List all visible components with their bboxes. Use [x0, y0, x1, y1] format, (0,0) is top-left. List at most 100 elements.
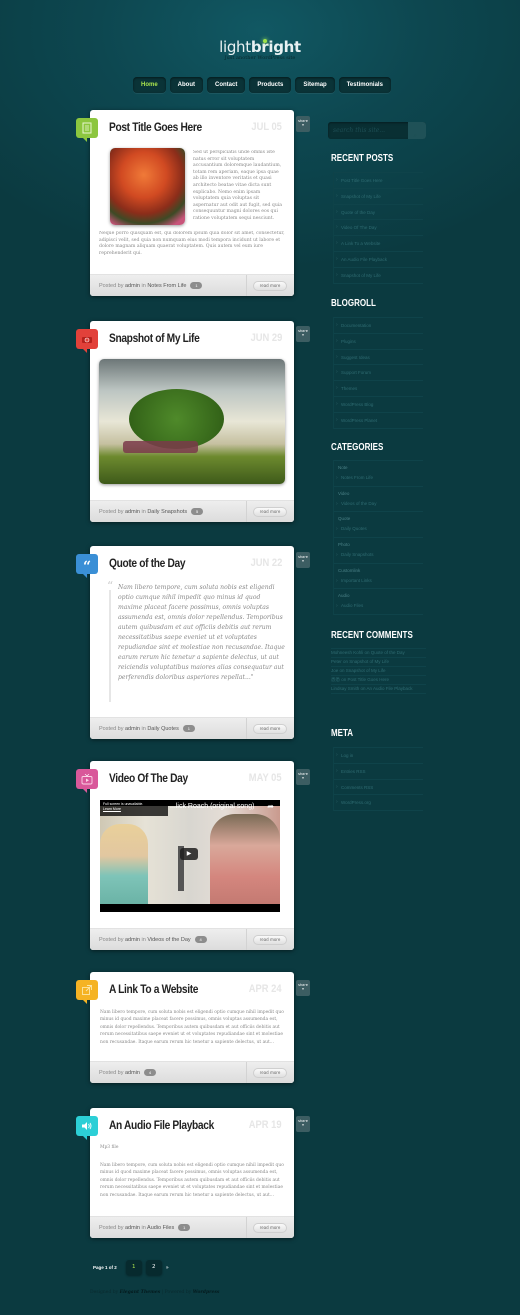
page-count-label: Page 1 of 2: [93, 1265, 117, 1270]
recent-comment-link[interactable]: Peter on Snapshot of My Life: [331, 658, 426, 667]
share-button[interactable]: share ▾: [296, 769, 310, 785]
post-title[interactable]: An Audio File Playback: [109, 1118, 214, 1132]
learn-more-link[interactable]: Learn More: [103, 807, 121, 811]
blogroll-link[interactable]: WordPress Planet: [334, 413, 423, 429]
comment-count-bubble[interactable]: 1: [178, 1224, 191, 1231]
share-button[interactable]: share ▾: [296, 116, 310, 132]
search-button[interactable]: ⌕: [408, 122, 426, 139]
post-audio: An Audio File Playback APR 19 Mp3 file N…: [76, 1108, 294, 1238]
category-link[interactable]: Audio Files: [147, 1225, 174, 1231]
footer-divider: [246, 275, 247, 296]
next-page-link[interactable]: »: [166, 1265, 169, 1271]
author-link[interactable]: admin: [125, 509, 140, 515]
read-more-button[interactable]: read more: [253, 724, 287, 734]
comment-count-bubble[interactable]: 1: [182, 725, 195, 732]
nav-home[interactable]: Home: [133, 77, 166, 93]
share-button[interactable]: share ▾: [296, 552, 310, 568]
post-meta: Posted by admin 4: [99, 1069, 156, 1076]
nav-testimonials[interactable]: Testimonials: [338, 77, 391, 93]
recent-post-link[interactable]: Quote of the Day: [334, 205, 423, 221]
blogroll-link[interactable]: Support Forum: [334, 365, 423, 382]
chevron-down-icon: ▾: [302, 333, 304, 337]
blogroll-link[interactable]: Themes: [334, 381, 423, 397]
recent-post-link[interactable]: A Link To a Website: [334, 236, 423, 252]
video-singer-left: [100, 824, 148, 904]
camera-icon: [76, 329, 98, 353]
category-link[interactable]: Notes From Life: [147, 283, 186, 289]
share-arrow-icon[interactable]: ➦: [267, 802, 274, 811]
category-link[interactable]: Daily Quotes: [147, 726, 179, 732]
author-link[interactable]: admin: [125, 1225, 140, 1231]
meta-link-login[interactable]: Log in: [334, 748, 423, 764]
video-singer-right: [210, 814, 280, 904]
nav-products[interactable]: Products: [249, 77, 292, 93]
blogroll-link[interactable]: Documentation: [334, 318, 423, 334]
meta-link-comments-rss[interactable]: Comments RSS: [334, 780, 423, 796]
category-link[interactable]: Daily Snapshots: [341, 552, 374, 557]
designer-link[interactable]: Elegant Themes: [120, 1290, 161, 1295]
comment-count-bubble[interactable]: 4: [143, 1069, 156, 1076]
recent-comment-link[interactable]: Joe on Snapshot of My Life: [331, 667, 426, 676]
category-link[interactable]: Daily Snapshots: [147, 509, 187, 515]
video-title[interactable]: ...lick Roach (original song): [170, 803, 254, 810]
blogroll-link[interactable]: Plugins: [334, 334, 423, 350]
read-more-button[interactable]: read more: [253, 1068, 287, 1078]
read-more-button[interactable]: read more: [253, 935, 287, 945]
author-link[interactable]: admin: [125, 1070, 140, 1076]
recent-post-link[interactable]: Video Of The Day: [334, 220, 423, 237]
category-group: Customlink Important Links: [334, 564, 423, 590]
comment-count-bubble[interactable]: 5: [191, 508, 204, 515]
comment-count-bubble[interactable]: 1: [190, 282, 203, 289]
recent-post-link[interactable]: Snapshot of My Life: [334, 189, 423, 205]
blogroll-link[interactable]: WordPress Blog: [334, 397, 423, 413]
post-title[interactable]: Snapshot of My Life: [109, 331, 200, 345]
nav-about[interactable]: About: [169, 77, 203, 93]
nav-contact[interactable]: Contact: [207, 77, 246, 93]
category-link[interactable]: Important Links: [341, 578, 372, 583]
author-link[interactable]: admin: [125, 283, 140, 289]
read-more-button[interactable]: read more: [253, 1223, 287, 1233]
comment-count-bubble[interactable]: 4: [194, 936, 207, 943]
recent-post-link[interactable]: Snapshot of My Life: [334, 268, 423, 284]
post-title[interactable]: Video Of The Day: [109, 771, 188, 785]
post-link: A Link To a Website APR 24 Nam libero te…: [76, 972, 294, 1083]
widget-title-categories: CATEGORIES: [331, 442, 384, 453]
search-input[interactable]: search this site... ⌕: [328, 122, 426, 139]
share-button[interactable]: share ▾: [296, 326, 310, 342]
read-more-button[interactable]: read more: [253, 281, 287, 291]
recent-comment-link[interactable]: 悉悉 on Post Title Goes Here: [331, 676, 426, 685]
post-title[interactable]: A Link To a Website: [109, 982, 198, 996]
post-image-tree-photo[interactable]: [99, 359, 285, 484]
category-link[interactable]: Videos of the Day: [341, 501, 376, 506]
audio-file-link[interactable]: Mp3 file: [100, 1145, 118, 1152]
chevron-down-icon: ▾: [302, 1123, 304, 1127]
category-link[interactable]: Audio Files: [341, 603, 363, 608]
page-button-1[interactable]: 1: [125, 1260, 142, 1275]
share-button[interactable]: share ▾: [296, 1116, 310, 1132]
platform-link[interactable]: Wordpress: [193, 1290, 220, 1295]
recent-post-link[interactable]: Post Title Goes Here: [334, 173, 423, 189]
meta-link-wordpress[interactable]: WordPress.org: [334, 795, 423, 812]
video-player[interactable]: Full screen is unavailable. Learn More ..…: [100, 800, 280, 912]
read-more-button[interactable]: read more: [253, 507, 287, 517]
category-link[interactable]: Notes From Life: [341, 475, 373, 480]
post-title[interactable]: Quote of the Day: [109, 556, 186, 570]
blogroll-link[interactable]: Suggest Ideas: [334, 350, 423, 366]
post-excerpt: Nam libero tempore, cum soluta nobis est…: [100, 1010, 284, 1045]
play-button-icon[interactable]: ▶: [180, 848, 198, 860]
meta-link-entries-rss[interactable]: Entries RSS: [334, 764, 423, 780]
post-image-autumn-tree[interactable]: [110, 148, 185, 225]
nav-sitemap[interactable]: Sitemap: [295, 77, 335, 93]
recent-post-link[interactable]: An Audio File Playback: [334, 252, 423, 268]
recent-comment-link[interactable]: Lindsay Smith on An Audio File Playback: [331, 685, 426, 694]
author-link[interactable]: admin: [125, 726, 140, 732]
share-button[interactable]: share ▾: [296, 980, 310, 996]
crowd: [123, 441, 198, 453]
category-link[interactable]: Videos of the Day: [147, 937, 190, 943]
site-logo[interactable]: lightbright: [0, 38, 520, 56]
page-button-2[interactable]: 2: [145, 1260, 162, 1275]
recent-comment-link[interactable]: Mohneesh Kohli on Quote of the Day: [331, 649, 426, 658]
post-title[interactable]: Post Title Goes Here: [109, 120, 202, 134]
category-link[interactable]: Daily Quotes: [341, 526, 367, 531]
author-link[interactable]: admin: [125, 937, 140, 943]
